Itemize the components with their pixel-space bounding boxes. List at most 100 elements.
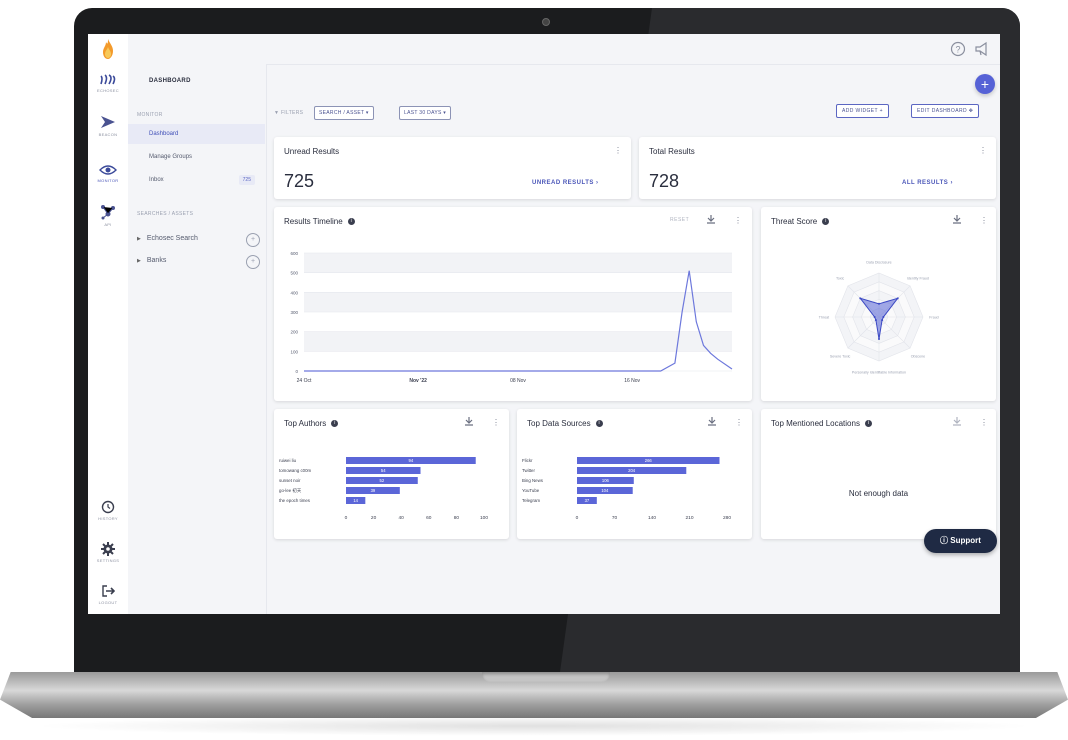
top-bar: ? [128,34,1000,65]
edit-dashboard-button[interactable]: EDIT DASHBOARD ✥ [911,104,980,118]
nav-monitor[interactable]: MONITOR [88,164,128,183]
menu-item-label: Manage Groups [149,154,193,160]
bar-category-label: ruiwei liu [279,458,297,463]
kebab-menu-icon[interactable]: ⋮ [492,418,500,427]
bar-value-label: 106 [602,478,610,483]
search-asset-dropdown[interactable]: SEARCH / ASSET ▾ [314,106,374,120]
y-tick-label: 200 [290,330,298,335]
kebab-menu-icon[interactable]: ⋮ [734,216,742,225]
monitor-section-label: MONITOR [137,112,163,118]
radar-axis-label: Identity Fraud [907,277,929,281]
nav-label: MONITOR [97,178,119,183]
radar-point [878,338,880,340]
nav-echosec[interactable]: ECHOSEC [88,74,128,93]
unread-results-link[interactable]: UNREAD RESULTS › [532,180,599,186]
kebab-menu-icon[interactable]: ⋮ [614,146,622,155]
x-tick-label: 0 [345,515,348,521]
radar-axis-label: Severe Toxic [830,354,851,358]
svg-text:?: ? [955,45,960,55]
menu-item-inbox[interactable]: Inbox 725 [128,170,265,190]
bar-value-label: 94 [409,458,414,463]
radar-point [881,319,884,322]
threat-score-card: Threat Score i ⋮ Data Disclosure Identity … [761,207,996,401]
bar-value-label: 204 [628,468,636,473]
megaphone-icon[interactable] [974,41,990,57]
kebab-menu-icon[interactable]: ⋮ [735,418,743,427]
add-widget-button[interactable]: ADD WIDGET + [836,104,889,118]
timeline-chart: 0 100 200 300 400 500 600 24 Oct Nov '22 08 Nov 16… [290,251,733,384]
date-range-dropdown[interactable]: LAST 30 DAYS ▾ [399,106,452,120]
caret-right-icon: ▶ [137,236,141,242]
download-icon[interactable] [952,416,962,426]
download-icon[interactable] [706,214,716,224]
tree-item-banks[interactable]: ▶ Banks [137,257,166,264]
nav-beacon[interactable]: BEACON [88,114,128,137]
history-icon [101,500,115,514]
menu-item-label: Inbox [149,177,164,183]
reset-button[interactable]: RESET [670,217,689,223]
top-data-sources-card: Top Data Sources i ⋮ Flickr 266 Twitter 204 B… [517,409,752,539]
tree-item-label: Banks [146,257,167,264]
kebab-menu-icon[interactable]: ⋮ [979,146,987,155]
info-icon[interactable]: i [595,420,603,428]
support-button[interactable]: ⓘ Support [924,529,997,553]
bar-category-label: Bing News [522,478,544,483]
x-tick-label: Nov '22 [409,378,427,384]
logo[interactable] [88,38,128,60]
x-tick-label: 0 [576,515,579,521]
x-tick-label: 40 [399,515,405,521]
radar-point [896,297,899,300]
nav-label: ECHOSEC [97,88,119,93]
bar-value-label: 39 [371,488,376,493]
app-screen: ECHOSEC BEACON MONITOR API HISTORY SETTI… [88,34,1000,614]
tree-item-echosec-search[interactable]: ▶ Echosec Search [137,235,198,242]
nav-settings[interactable]: SETTINGS [88,542,128,563]
all-results-link[interactable]: ALL RESULTS › [902,180,953,186]
grid-band [304,253,732,273]
info-icon[interactable]: i [864,420,872,428]
info-icon[interactable]: i [331,420,339,428]
logout-icon [102,585,115,597]
eye-icon [99,165,117,175]
x-tick-label: 60 [426,515,432,521]
add-search-icon[interactable]: + [246,233,260,247]
nav-label: HISTORY [98,516,118,521]
kebab-menu-icon[interactable]: ⋮ [980,418,988,427]
beacon-icon [101,116,115,128]
download-icon[interactable] [952,214,962,224]
grid-band [304,331,732,352]
threat-radar-chart: Data Disclosure Identity Fraud Fraud Obscen… [819,261,939,375]
add-fab-button[interactable]: + [975,74,995,94]
timeline-series-line [304,270,733,372]
bar-category-label: Telegram [522,498,540,503]
inbox-count-badge: 725 [238,175,255,185]
menu-item-manage-groups[interactable]: Manage Groups [128,147,265,167]
add-banks-icon[interactable]: + [246,255,260,269]
download-icon[interactable] [464,416,474,426]
y-tick-label: 0 [295,369,298,374]
bar-category-label: tomowang c00m [279,468,312,473]
kebab-menu-icon[interactable]: ⋮ [980,216,988,225]
y-tick-label: 600 [290,251,298,256]
help-icon[interactable]: ? [950,41,966,57]
info-icon[interactable]: i [347,218,355,226]
info-icon[interactable]: i [822,218,830,226]
searches-section-label: SEARCHES / ASSETS [137,211,194,217]
nav-logout[interactable]: LOGOUT [88,584,128,605]
bar-category-label: Twitter [522,468,535,473]
bar-category-label: the epoch times [279,498,311,503]
menu-item-dashboard[interactable]: Dashboard [128,124,265,144]
top-authors-card: Top Authors i ⋮ ruiwei liu 94 tomowang c00m… [274,409,509,539]
laptop-shadow [30,716,1038,736]
laptop-notch [482,672,610,682]
grid-band [304,292,732,312]
card-title: Total Results [649,147,695,156]
nav-history[interactable]: HISTORY [88,500,128,521]
page-title: DASHBOARD [149,78,191,84]
y-tick-label: 300 [290,310,298,315]
nav-api[interactable]: API [88,204,128,227]
y-tick-label: 400 [290,290,298,295]
download-icon[interactable] [707,416,717,426]
card-title: Threat Score i [771,217,830,226]
nav-label: SETTINGS [96,558,120,563]
